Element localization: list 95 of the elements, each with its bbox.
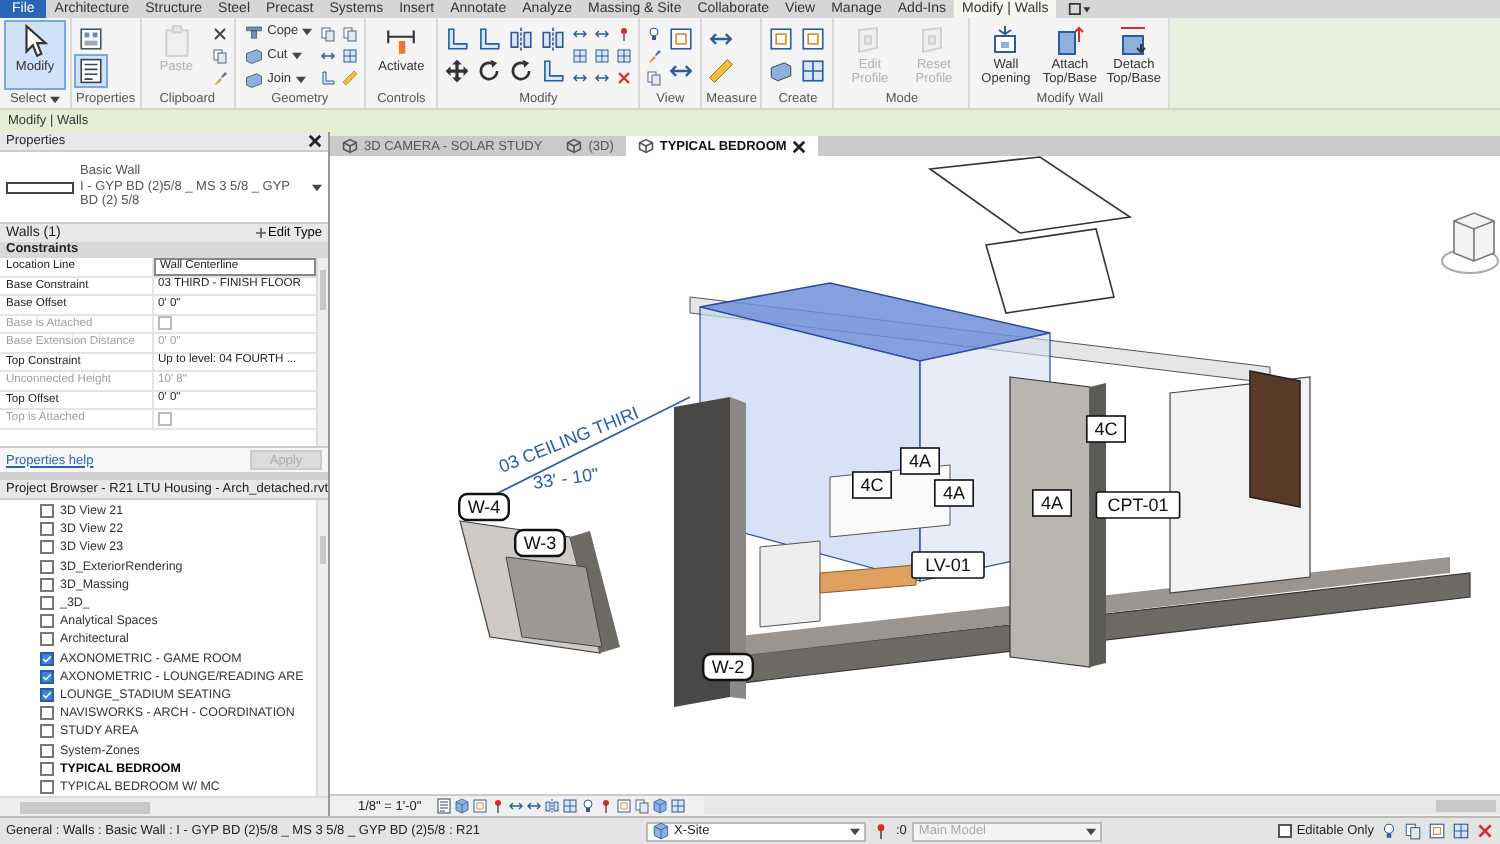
properties-icon[interactable] bbox=[76, 56, 106, 86]
caret-icon bbox=[302, 27, 313, 35]
pages-icon[interactable] bbox=[633, 798, 650, 814]
checkbox[interactable] bbox=[40, 577, 54, 592]
cross-icon[interactable] bbox=[209, 23, 230, 43]
ruler-icon[interactable] bbox=[706, 56, 737, 86]
cube-icon bbox=[651, 822, 670, 840]
grid-icon[interactable] bbox=[1452, 822, 1470, 840]
tag-label[interactable]: LV-01 bbox=[911, 551, 985, 579]
tag-label[interactable]: 4C bbox=[1086, 415, 1126, 443]
checkbox[interactable] bbox=[40, 504, 54, 519]
cube-icon[interactable] bbox=[651, 798, 668, 814]
checkbox[interactable] bbox=[40, 669, 54, 684]
grid-icon[interactable] bbox=[570, 45, 591, 65]
caret-icon bbox=[312, 183, 322, 191]
clipboard-icon bbox=[159, 24, 194, 58]
l-shape-icon[interactable] bbox=[474, 24, 505, 54]
tag-label[interactable]: 4A bbox=[934, 479, 974, 507]
cross-icon[interactable] bbox=[1476, 822, 1494, 840]
double-arrow-icon[interactable] bbox=[525, 798, 542, 814]
edit-type-icon bbox=[256, 228, 267, 238]
attach-icon bbox=[1052, 24, 1087, 56]
caret-icon bbox=[50, 96, 61, 104]
brush-icon[interactable] bbox=[644, 45, 665, 65]
frame-icon[interactable] bbox=[766, 24, 797, 54]
checkbox[interactable] bbox=[40, 743, 54, 758]
checkbox[interactable] bbox=[40, 651, 54, 666]
tag-label[interactable]: 4A bbox=[1032, 489, 1072, 517]
view-cube-icon[interactable] bbox=[1441, 212, 1499, 274]
tag-label[interactable]: 4A bbox=[900, 447, 940, 475]
view-3d-icon bbox=[637, 138, 654, 154]
wall-swatch-icon bbox=[6, 181, 74, 193]
grid-icon[interactable] bbox=[614, 45, 635, 65]
caret-icon bbox=[295, 75, 306, 83]
wall-block-icon bbox=[243, 69, 264, 89]
frame-icon[interactable] bbox=[798, 24, 829, 54]
caret-icon bbox=[1086, 827, 1097, 835]
mirror-icon[interactable] bbox=[538, 24, 569, 54]
pages-icon[interactable] bbox=[318, 23, 339, 43]
pages-icon[interactable] bbox=[1404, 822, 1422, 840]
dimension-icon bbox=[384, 24, 419, 58]
beam-icon bbox=[243, 21, 264, 41]
window-switch-icon[interactable] bbox=[1068, 2, 1093, 16]
checkbox[interactable] bbox=[40, 596, 54, 611]
elevation-label: 33' - 10" bbox=[531, 464, 600, 493]
frame-icon[interactable] bbox=[1428, 822, 1446, 840]
ruler-icon[interactable] bbox=[340, 67, 361, 87]
mirror-icon[interactable] bbox=[506, 24, 537, 54]
checkbox[interactable] bbox=[40, 614, 54, 629]
mirror-icon[interactable] bbox=[543, 798, 560, 814]
checkbox[interactable] bbox=[40, 779, 54, 794]
cube-icon[interactable] bbox=[453, 798, 470, 814]
checkbox[interactable] bbox=[40, 761, 54, 776]
cross-icon[interactable] bbox=[614, 67, 635, 87]
pages-icon[interactable] bbox=[340, 23, 361, 43]
tag-label[interactable]: W-3 bbox=[514, 528, 566, 558]
brush-icon[interactable] bbox=[209, 67, 230, 87]
tag-label[interactable]: W-4 bbox=[458, 492, 510, 522]
bulb-icon[interactable] bbox=[579, 798, 596, 814]
checkbox[interactable] bbox=[40, 559, 54, 574]
door-panel-drawing bbox=[1249, 370, 1301, 508]
checkbox[interactable] bbox=[40, 540, 54, 555]
grid-icon[interactable] bbox=[592, 45, 613, 65]
view-3d-icon bbox=[342, 138, 358, 154]
tag-label[interactable]: W-2 bbox=[702, 652, 754, 682]
checkbox[interactable] bbox=[40, 522, 54, 537]
pin-icon[interactable] bbox=[597, 798, 614, 814]
pages-icon[interactable] bbox=[644, 67, 665, 87]
grid-icon[interactable] bbox=[798, 56, 829, 86]
close-icon[interactable] bbox=[792, 139, 807, 153]
wall-block-icon[interactable] bbox=[766, 56, 797, 86]
caret-icon bbox=[291, 51, 302, 59]
detach-icon bbox=[1116, 24, 1151, 56]
double-arrow-icon[interactable] bbox=[507, 798, 524, 814]
checkbox[interactable] bbox=[40, 706, 54, 721]
close-icon[interactable] bbox=[308, 134, 322, 148]
checkbox[interactable] bbox=[40, 687, 54, 702]
checkbox[interactable] bbox=[40, 632, 54, 647]
bulb-icon[interactable] bbox=[1380, 822, 1398, 840]
pin-icon[interactable] bbox=[489, 798, 506, 814]
checkbox[interactable] bbox=[40, 724, 54, 739]
caret-icon bbox=[849, 827, 860, 835]
grid-icon[interactable] bbox=[340, 45, 361, 65]
four-arrows-icon[interactable] bbox=[442, 56, 473, 86]
frame-icon[interactable] bbox=[666, 24, 697, 54]
tag-label[interactable]: 4C bbox=[852, 471, 892, 499]
grid-icon[interactable] bbox=[669, 798, 686, 814]
grid-icon[interactable] bbox=[561, 798, 578, 814]
bulb-icon[interactable] bbox=[644, 23, 665, 43]
tag-label[interactable]: CPT-01 bbox=[1095, 491, 1181, 519]
type-properties-icon[interactable] bbox=[76, 24, 106, 54]
wall-block-icon bbox=[243, 45, 264, 65]
l-shape-icon[interactable] bbox=[538, 56, 569, 86]
l-shape-icon[interactable] bbox=[442, 24, 473, 54]
view-3d-icon bbox=[566, 138, 583, 154]
